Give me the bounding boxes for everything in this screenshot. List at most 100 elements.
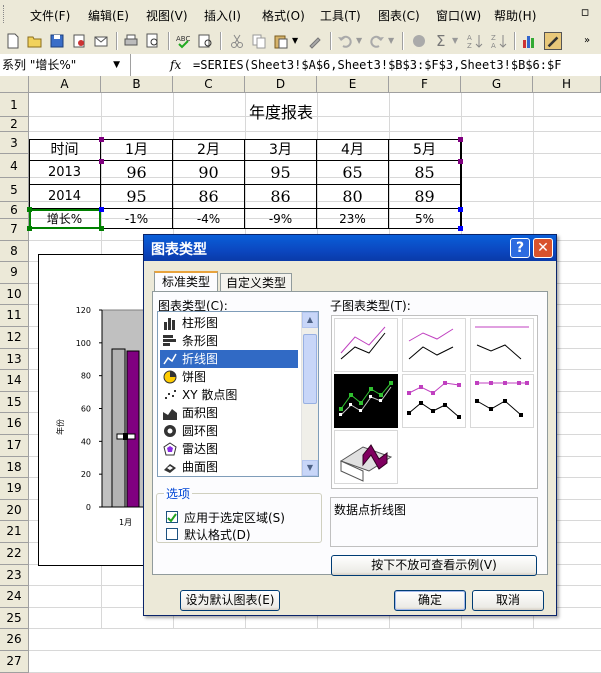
chart-bar-2013[interactable] xyxy=(111,348,126,508)
ok-button[interactable]: 确定 xyxy=(394,590,466,611)
sort-descending-icon[interactable]: ZA xyxy=(490,32,508,50)
row-header-26[interactable]: 26 xyxy=(0,629,29,651)
sort-ascending-icon[interactable]: AZ xyxy=(466,32,484,50)
tab-custom-types[interactable]: 自定义类型 xyxy=(220,273,292,292)
spelling-icon[interactable]: ABC xyxy=(174,32,192,50)
row-header-27[interactable]: 27 xyxy=(0,651,29,673)
row-header-8[interactable]: 8 xyxy=(0,240,29,263)
chart-type-item[interactable]: 雷达图 xyxy=(160,440,298,458)
chart-type-list[interactable]: 柱形图 条形图 折线图 饼图 XY 散点图 面积图 圆环图 雷达图 曲面图 ▲ ▼ xyxy=(157,311,319,477)
name-box[interactable]: 系列 "增长%" ▼ xyxy=(0,54,131,76)
table-cell[interactable]: 89 xyxy=(389,185,461,209)
table-cell[interactable]: 5% xyxy=(389,209,461,229)
insert-function-icon[interactable]: fx xyxy=(170,54,181,76)
toolbar-options-icon[interactable]: » xyxy=(584,32,601,50)
range-handle[interactable] xyxy=(27,207,32,212)
list-scrollbar[interactable]: ▲ ▼ xyxy=(301,312,318,476)
table-cell[interactable]: 23% xyxy=(317,209,389,229)
row-header-2[interactable]: 2 xyxy=(0,117,29,132)
dialog-titlebar[interactable]: 图表类型 ? ✕ xyxy=(144,235,556,261)
row-header-18[interactable]: 18 xyxy=(0,456,29,479)
table-cell[interactable]: -1% xyxy=(101,209,173,229)
range-handle[interactable] xyxy=(458,226,463,231)
table-cell[interactable]: 90 xyxy=(173,161,245,185)
column-header-g[interactable]: G xyxy=(461,76,533,93)
table-cell[interactable]: 86 xyxy=(173,185,245,209)
embedded-chart[interactable]: 120 100 80 60 40 20 0 年份 1月 xyxy=(38,254,152,566)
column-header-f[interactable]: F xyxy=(389,76,461,93)
table-header-cell[interactable]: 4月 xyxy=(317,139,389,161)
table-header-cell[interactable]: 时间 xyxy=(29,139,101,161)
row-header-17[interactable]: 17 xyxy=(0,435,29,457)
row-header-5[interactable]: 5 xyxy=(0,178,29,202)
table-cell[interactable]: 65 xyxy=(317,161,389,185)
column-header-c[interactable]: C xyxy=(173,76,245,93)
chart-wizard-icon[interactable] xyxy=(520,32,538,50)
row-header-21[interactable]: 21 xyxy=(0,521,29,543)
window-restore-icon[interactable]: ▫ xyxy=(576,4,594,22)
menu-format[interactable]: 格式(O) xyxy=(262,7,305,24)
range-handle[interactable] xyxy=(27,226,32,231)
scroll-down-icon[interactable]: ▼ xyxy=(302,460,318,476)
chart-type-item[interactable]: XY 散点图 xyxy=(160,386,298,404)
menu-file[interactable]: 文件(F) xyxy=(30,7,70,24)
chart-type-item[interactable]: 折线图 xyxy=(160,350,298,368)
research-icon[interactable] xyxy=(196,32,214,50)
subtype-stacked-line-markers[interactable] xyxy=(402,374,466,428)
column-header-a[interactable]: A xyxy=(29,76,101,93)
menu-insert[interactable]: 插入(I) xyxy=(204,7,241,24)
apply-to-selection-label[interactable]: 应用于选定区域(S) xyxy=(184,509,285,526)
table-header-cell[interactable]: 5月 xyxy=(389,139,461,161)
row-header-3[interactable]: 3 xyxy=(0,132,29,154)
row-header-12[interactable]: 12 xyxy=(0,327,29,349)
tab-standard-types[interactable]: 标准类型 xyxy=(154,271,218,292)
table-cell[interactable]: -9% xyxy=(245,209,317,229)
row-header-15[interactable]: 15 xyxy=(0,391,29,414)
table-cell[interactable]: 2014 xyxy=(29,185,101,209)
menu-chart[interactable]: 图表(C) xyxy=(378,7,420,24)
row-header-24[interactable]: 24 xyxy=(0,586,29,608)
row-header-10[interactable]: 10 xyxy=(0,283,29,306)
row-header-23[interactable]: 23 xyxy=(0,564,29,587)
range-handle[interactable] xyxy=(458,137,463,142)
permission-icon[interactable] xyxy=(70,32,88,50)
subtype-100-stacked-line-markers[interactable] xyxy=(470,374,534,428)
cancel-button[interactable]: 取消 xyxy=(472,590,544,611)
row-header-14[interactable]: 14 xyxy=(0,370,29,392)
formula-input[interactable]: =SERIES(Sheet3!$A$6,Sheet3!$B$3:$F$3,She… xyxy=(193,54,561,76)
row-header-6[interactable]: 6 xyxy=(0,202,29,219)
row-header-22[interactable]: 22 xyxy=(0,543,29,565)
menu-tools[interactable]: 工具(T) xyxy=(320,7,361,24)
copy-icon[interactable] xyxy=(250,32,268,50)
chart-type-item[interactable]: 圆环图 xyxy=(160,422,298,440)
row-header-16[interactable]: 16 xyxy=(0,413,29,435)
chart-type-item[interactable]: 曲面图 xyxy=(160,458,298,476)
new-document-icon[interactable] xyxy=(4,32,22,50)
format-painter-icon[interactable] xyxy=(306,32,324,50)
apply-to-selection-checkbox[interactable] xyxy=(166,511,178,523)
column-header-e[interactable]: E xyxy=(317,76,389,93)
column-header-d[interactable]: D xyxy=(245,76,317,93)
row-header-13[interactable]: 13 xyxy=(0,348,29,371)
chart-type-item[interactable]: 柱形图 xyxy=(160,314,298,332)
range-handle[interactable] xyxy=(99,159,104,164)
table-cell[interactable]: 80 xyxy=(317,185,389,209)
table-header-cell[interactable]: 3月 xyxy=(245,139,317,161)
range-handle[interactable] xyxy=(458,207,463,212)
redo-icon[interactable] xyxy=(368,32,386,50)
menu-help[interactable]: 帮助(H) xyxy=(494,7,536,24)
open-folder-icon[interactable] xyxy=(26,32,44,50)
row-header-4[interactable]: 4 xyxy=(0,154,29,178)
chart-bar-2014[interactable] xyxy=(126,350,140,508)
close-icon[interactable]: ✕ xyxy=(533,238,553,258)
scroll-up-icon[interactable]: ▲ xyxy=(302,312,318,328)
chart-type-item[interactable]: 面积图 xyxy=(160,404,298,422)
subtype-stacked-line[interactable] xyxy=(402,318,466,372)
set-default-chart-button[interactable]: 设为默认图表(E) xyxy=(180,590,280,611)
name-box-dropdown-icon[interactable]: ▼ xyxy=(113,54,120,76)
report-title[interactable]: 年度报表 xyxy=(173,101,389,125)
row-header-9[interactable]: 9 xyxy=(0,262,29,284)
preview-sample-button[interactable]: 按下不放可查看示例(V) xyxy=(331,555,537,576)
table-header-cell[interactable]: 2月 xyxy=(173,139,245,161)
menu-edit[interactable]: 编辑(E) xyxy=(88,7,129,24)
